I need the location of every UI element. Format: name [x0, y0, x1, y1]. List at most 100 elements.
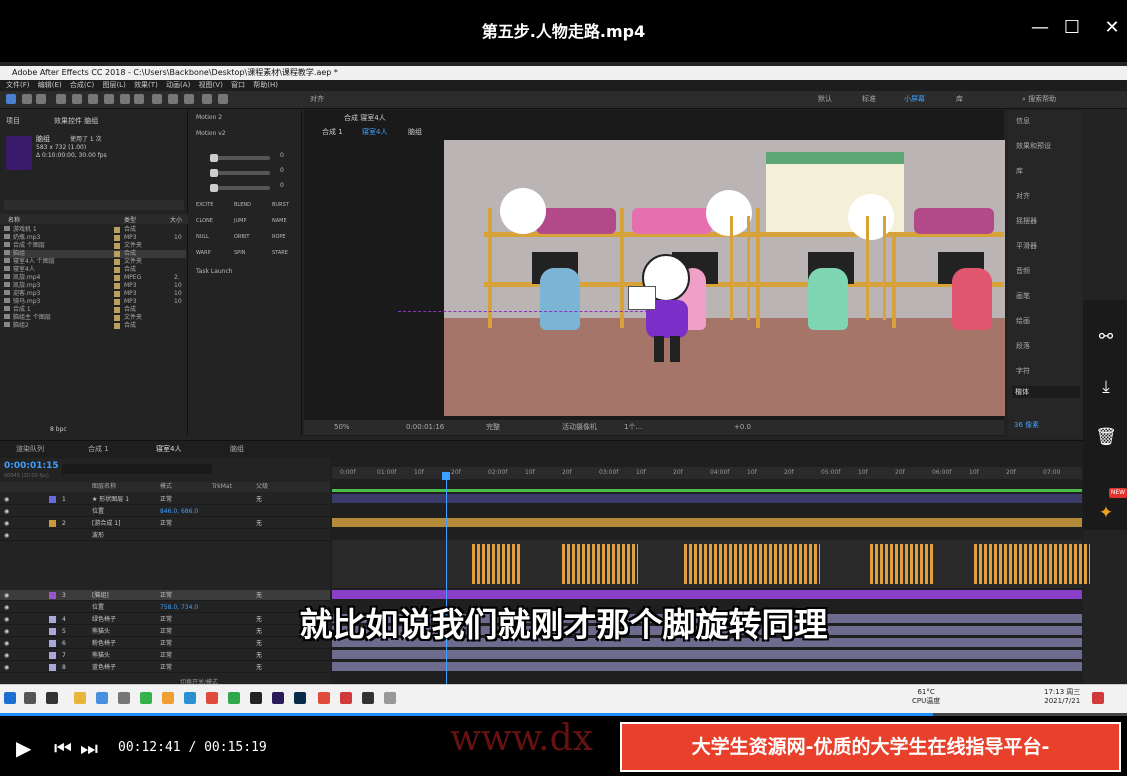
rectangle-tool-icon[interactable]	[104, 94, 114, 104]
col-layer-name[interactable]: 图层名称	[92, 482, 116, 492]
motion-path[interactable]	[398, 311, 658, 312]
layer-mode[interactable]: 正常	[160, 518, 172, 529]
breadcrumb-brain[interactable]: 脑组	[408, 127, 422, 137]
work-area-bar[interactable]	[332, 489, 1082, 492]
motion-button-name[interactable]: NAME	[272, 218, 287, 224]
layer-row[interactable]: ◉ 7 熊猫头 正常 无	[0, 650, 330, 661]
timeline-timecode[interactable]: 0:00:01:15	[4, 461, 59, 471]
right-panel-item[interactable]: 音频	[1016, 266, 1030, 276]
right-panel-item[interactable]: 段落	[1016, 341, 1030, 351]
project-list-item[interactable]: 骑马.mp3 MP3 10	[4, 298, 186, 306]
project-list-item[interactable]: 脑组2 合成	[4, 322, 186, 330]
file-explorer-icon[interactable]	[74, 692, 86, 704]
right-panel-item[interactable]: 摇摆器	[1016, 216, 1037, 226]
layer-label-color[interactable]	[49, 652, 56, 659]
tab-comp1[interactable]: 合成 1	[88, 444, 109, 454]
menu-composition[interactable]: 合成(C)	[70, 81, 94, 89]
right-panel-item[interactable]: 库	[1016, 166, 1023, 176]
bpc-label[interactable]: 8 bpc	[50, 426, 67, 433]
motion-button-null[interactable]: NULL	[196, 234, 209, 240]
layer-label-color[interactable]	[49, 496, 56, 503]
pin-icon[interactable]: ✦	[1093, 500, 1119, 526]
right-panel-item[interactable]: 对齐	[1016, 191, 1030, 201]
track-bar-layer7[interactable]	[332, 650, 1082, 659]
tab-brain[interactable]: 脑组	[230, 444, 244, 454]
task-view-icon[interactable]	[46, 692, 58, 704]
type-tool-icon[interactable]	[134, 94, 144, 104]
track-bar-layer2[interactable]	[332, 518, 1082, 527]
project-list-item[interactable]: 游戏机 1 合成	[4, 226, 186, 234]
track-bar-layer8[interactable]	[332, 662, 1082, 671]
menu-help[interactable]: 帮助(H)	[253, 81, 278, 89]
right-panel-item[interactable]: 平滑器	[1016, 241, 1037, 251]
motion-slider-2[interactable]	[210, 169, 270, 177]
eye-icon[interactable]: ◉	[4, 506, 9, 517]
eraser-tool-icon[interactable]	[184, 94, 194, 104]
roto-brush-tool-icon[interactable]	[202, 94, 212, 104]
motion-preset-dropdown[interactable]: Motion v2	[196, 130, 226, 137]
right-panel-item[interactable]: 效果和预设	[1016, 141, 1051, 151]
layer-mode[interactable]: 正常	[160, 650, 172, 661]
slider-knob[interactable]	[210, 154, 218, 162]
layer-row[interactable]: ◉ 8 蓝色椅子 正常 无	[0, 662, 330, 673]
close-icon[interactable]: ✕	[1098, 14, 1126, 42]
motion-button-orbit[interactable]: ORBIT	[234, 234, 249, 240]
right-panel-item[interactable]: 绘画	[1016, 316, 1030, 326]
menu-file[interactable]: 文件(F)	[6, 81, 30, 89]
motion-button-jump[interactable]: JUMP	[234, 218, 246, 224]
share-icon[interactable]: ⚯	[1093, 324, 1119, 350]
motion-slider-1[interactable]	[210, 154, 270, 162]
motion-button-burst[interactable]: BURST	[272, 202, 289, 208]
pen-tool-icon[interactable]	[120, 94, 130, 104]
col-type[interactable]: 类型	[124, 215, 136, 224]
previous-icon[interactable]: ⏮	[54, 736, 72, 760]
eye-icon[interactable]: ◉	[4, 494, 9, 505]
task-launch-dropdown[interactable]: Task Launch	[196, 268, 233, 275]
windows-start-icon[interactable]	[4, 692, 16, 704]
layer-mode[interactable]: 846.0, 686.0	[160, 506, 198, 517]
layer-parent[interactable]: 无	[256, 518, 262, 529]
menu-effect[interactable]: 效果(T)	[134, 81, 158, 89]
layer-row[interactable]: ◉ 2 [游合成 1] 正常 无	[0, 518, 330, 529]
menu-window[interactable]: 窗口	[231, 81, 245, 89]
zoom-dropdown[interactable]: 50%	[334, 420, 350, 435]
menu-edit[interactable]: 编辑(E)	[38, 81, 62, 89]
layer-label-color[interactable]	[49, 520, 56, 527]
viewer-timecode[interactable]: 0:00:01:16	[406, 420, 444, 435]
layer-parent[interactable]: 无	[256, 650, 262, 661]
workspace-small-screen[interactable]: 小屏幕	[904, 94, 925, 104]
motion-button-blend[interactable]: BLEND	[234, 202, 251, 208]
layer-property-row[interactable]: ◉ 波形	[0, 530, 330, 541]
search-icon[interactable]	[24, 692, 36, 704]
project-search-input[interactable]	[4, 200, 184, 210]
project-list-item[interactable]: 合成 1 合成	[4, 306, 186, 314]
notification-icon[interactable]	[1092, 692, 1104, 704]
camera-dropdown[interactable]: 活动摄像机	[562, 420, 597, 435]
exposure-value[interactable]: +0.0	[734, 420, 751, 435]
selection-tool-icon[interactable]	[6, 94, 16, 104]
layer-parent[interactable]: 无	[256, 662, 262, 673]
app-icon[interactable]	[118, 692, 130, 704]
project-list-item[interactable]: 寝室4人 个图层 文件夹	[4, 258, 186, 266]
eye-icon[interactable]: ◉	[4, 518, 9, 529]
panda-leg[interactable]	[654, 336, 664, 362]
playhead-line[interactable]	[446, 472, 447, 684]
col-size[interactable]: 大小	[170, 215, 182, 224]
right-panel-item[interactable]: 画笔	[1016, 291, 1030, 301]
composition-canvas[interactable]	[444, 140, 1005, 416]
snap-checkbox[interactable]: 对齐	[310, 94, 324, 104]
layer-label-color[interactable]	[49, 664, 56, 671]
browser-icon[interactable]	[140, 692, 152, 704]
app-icon[interactable]	[318, 692, 330, 704]
menu-layer[interactable]: 图层(L)	[102, 81, 125, 89]
motion-button-rope[interactable]: ROPE	[272, 234, 286, 240]
layer-property-row[interactable]: ◉ 位置 846.0, 686.0	[0, 506, 330, 517]
col-trkmat[interactable]: TrkMat	[212, 482, 232, 492]
eye-icon[interactable]: ◉	[4, 650, 9, 661]
motion-button-clone[interactable]: CLONE	[196, 218, 213, 224]
camera-tool-icon[interactable]	[72, 94, 82, 104]
play-icon[interactable]: ▶	[16, 736, 31, 760]
tab-render-queue[interactable]: 渲染队列	[16, 444, 44, 454]
project-list-item[interactable]: 凯旋.mp3 MP3 10	[4, 282, 186, 290]
col-name[interactable]: 名称	[8, 215, 20, 224]
